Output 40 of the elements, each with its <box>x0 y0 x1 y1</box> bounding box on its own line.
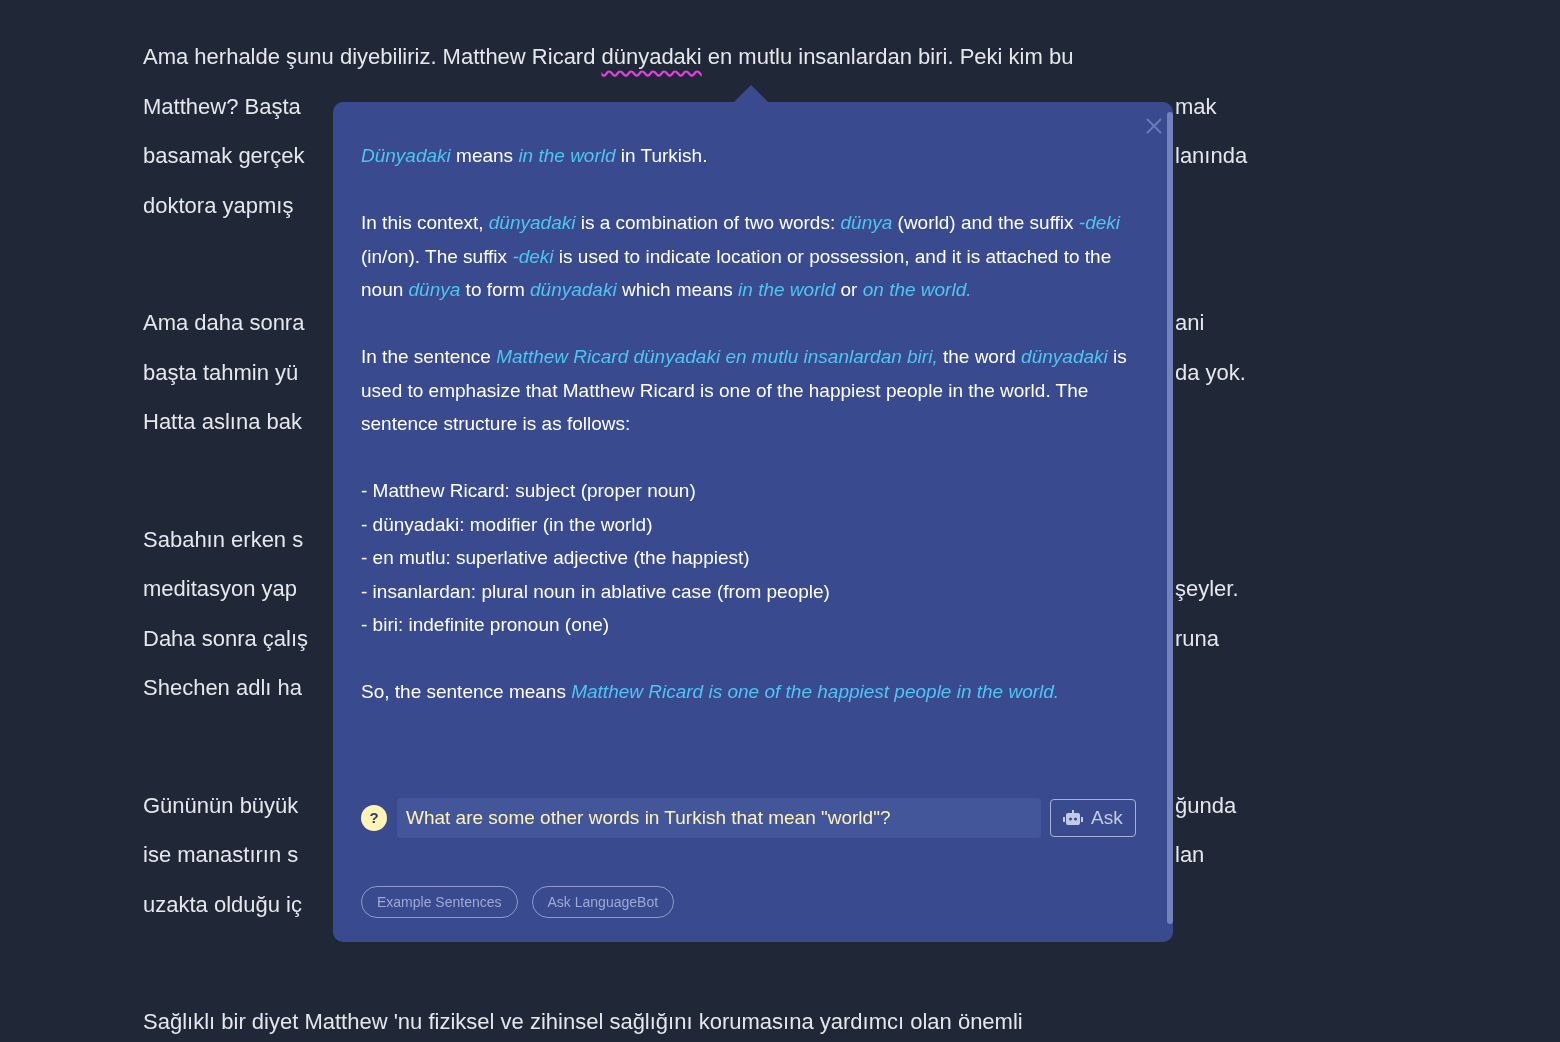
explanation-text: In this context, dünyadaki is a combination of two words: dünya (world) and the suffix -deki (in/on). The suffix -deki is used to indicate location or possession, and it is attached to the noun dünya to form dünyadaki which means in the world or on the world. <box>361 211 1122 302</box>
paragraph-text: Ama daha sonra <box>143 309 305 338</box>
close-icon[interactable] <box>1145 117 1163 135</box>
paragraph-text: ğunda <box>1175 791 1237 820</box>
paragraph-text: lanında <box>1175 142 1248 171</box>
list-item: - biri: indefinite pronoun (one) <box>361 613 611 637</box>
explanation-text: Dünyadaki means in the world in Turkish. <box>361 144 709 168</box>
list-item: - dünyadaki: modifier (in the world) <box>361 512 654 537</box>
highlighted-word[interactable]: dünyadaki <box>601 40 702 74</box>
paragraph-text: meditasyon yap <box>143 575 298 604</box>
paragraph-text: basamak gerçek <box>143 142 305 171</box>
paragraph-text: lan <box>1175 841 1205 870</box>
list-item: - en mutlu: superlative adjective (the happiest) <box>361 546 751 570</box>
paragraph-text: ise manastırın s <box>143 841 299 870</box>
paragraph-text: başta tahmin yü <box>143 358 299 387</box>
paragraph-text: uzakta olduğu iç <box>143 890 302 919</box>
help-icon: ? <box>361 805 387 831</box>
scrollbar-thumb[interactable] <box>1167 112 1173 924</box>
paragraph-text: Daha sonra çalış <box>143 624 309 653</box>
paragraph-text: ani <box>1175 309 1205 338</box>
explanation-text: In the sentence Matthew Ricard dünyadaki en mutlu insanlardan biri, the word dünyadaki is used to emphasize that Matthew Ricard is one of the happiest people in the world. The sentence structure is as follows: <box>361 345 1128 436</box>
list-item: - Matthew Ricard: subject (proper noun) <box>361 479 697 503</box>
paragraph-text: runa <box>1175 624 1220 653</box>
paragraph-text: Ama herhalde şunu diyebiliriz. Matthew Ricard <box>143 43 596 72</box>
paragraph-text: Shechen adlı ha <box>143 674 303 703</box>
explanation-text: So, the sentence means Matthew Ricard is one of the happiest people in the world. <box>361 680 1061 704</box>
paragraph-text: Hatta aslına bak <box>143 408 302 437</box>
paragraph-text: doktora yapmış <box>143 191 294 220</box>
ask-button[interactable]: Ask <box>1050 799 1136 837</box>
question-field[interactable]: What are some other words in Turkish that mean "world"? <box>397 798 1041 838</box>
robot-icon <box>1063 810 1083 826</box>
paragraph-text: Sabahın erken s <box>143 525 304 554</box>
paragraph-text: mak <box>1175 92 1217 121</box>
paragraph-text: Gününün büyük <box>143 791 299 820</box>
paragraph-text: Matthew? Başta <box>143 92 301 121</box>
paragraph-text: Sağlıklı bir diyet Matthew 'nu fiziksel ve zihinsel sağlığını korumasına yardımcı olan önemli <box>143 1008 1023 1037</box>
paragraph-text: şeyler. <box>1175 575 1239 604</box>
paragraph-text: da yok. <box>1175 358 1246 387</box>
paragraph-text: en mutlu insanlardan biri. Peki kim bu <box>707 43 1074 72</box>
list-item: - insanlardan: plural noun in ablative case (from people) <box>361 579 831 604</box>
